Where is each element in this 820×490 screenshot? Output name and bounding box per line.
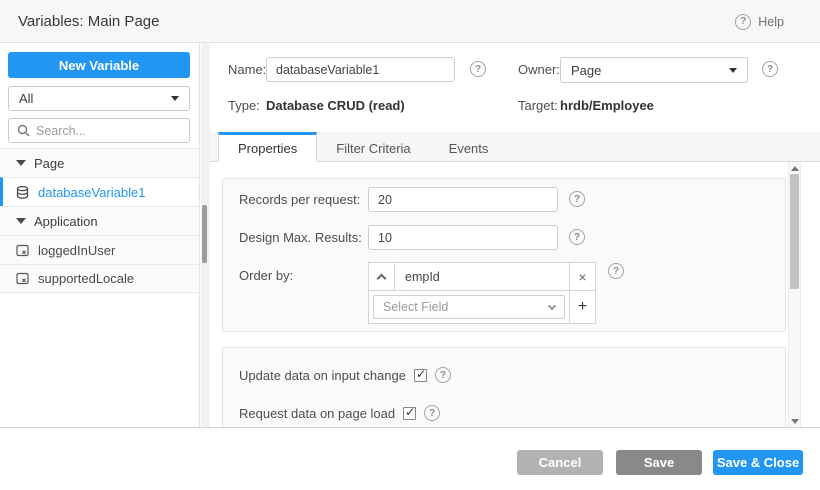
- sidebar-scrollbar-thumb[interactable]: [202, 205, 207, 263]
- save-button[interactable]: Save: [616, 450, 702, 475]
- tree-item-label: supportedLocale: [38, 271, 134, 286]
- help-button[interactable]: ? Help: [735, 0, 784, 43]
- add-field-button[interactable]: +: [569, 291, 595, 323]
- scrollbar-thumb[interactable]: [790, 174, 799, 289]
- design-max-results-input[interactable]: [368, 225, 558, 250]
- tree-item-loggedinuser[interactable]: loggedInUser: [0, 235, 199, 264]
- editor-tabs: Properties Filter Criteria Events: [210, 132, 820, 162]
- select-field-dropdown[interactable]: Select Field: [373, 295, 565, 319]
- help-icon[interactable]: ?: [424, 405, 440, 421]
- search-input[interactable]: [36, 124, 181, 138]
- tree-item-supportedlocale[interactable]: supportedLocale: [0, 264, 199, 293]
- expand-arrow-icon[interactable]: [16, 160, 26, 166]
- help-icon[interactable]: ?: [470, 61, 486, 77]
- update-on-input-row: Update data on input change ✓ ?: [239, 367, 451, 383]
- variable-editor: Name:* ? Owner:* Page ? Type: Database C…: [210, 43, 820, 427]
- records-per-request-label: Records per request:: [239, 192, 360, 207]
- tree-group-application[interactable]: Application: [0, 206, 199, 235]
- database-variable-icon: [16, 185, 30, 199]
- chevron-down-icon: [548, 301, 556, 309]
- type-target-row: Type: Database CRUD (read) Target: hrdb/…: [210, 98, 820, 116]
- records-per-request-input[interactable]: [368, 187, 558, 212]
- tab-properties[interactable]: Properties: [218, 132, 317, 162]
- select-field-wrap: Select Field: [369, 291, 569, 323]
- search-icon: [17, 124, 30, 137]
- help-icon[interactable]: ?: [435, 367, 451, 383]
- help-icon[interactable]: ?: [569, 229, 585, 245]
- select-field-placeholder: Select Field: [383, 300, 448, 314]
- help-label: Help: [758, 15, 784, 29]
- tree-item-databasevariable1[interactable]: databaseVariable1: [0, 177, 199, 206]
- design-max-results-label: Design Max. Results:: [239, 230, 362, 245]
- variable-filter-value: All: [19, 91, 33, 106]
- remove-field-button[interactable]: ×: [569, 263, 595, 290]
- type-value: Database CRUD (read): [266, 98, 405, 113]
- target-value: hrdb/Employee: [560, 98, 654, 113]
- dialog-header: Variables: Main Page ? Help: [0, 0, 820, 43]
- tree-group-page[interactable]: Page: [0, 148, 199, 177]
- update-on-input-checkbox[interactable]: ✓: [414, 369, 427, 382]
- owner-dropdown[interactable]: Page: [560, 57, 748, 83]
- order-by-add-row: Select Field +: [369, 291, 595, 323]
- help-icon: ?: [735, 14, 751, 30]
- order-by-row: empId ×: [369, 263, 595, 291]
- tree-group-label: Page: [34, 156, 64, 171]
- chevron-down-icon: [729, 68, 737, 73]
- new-variable-button[interactable]: New Variable: [8, 52, 190, 78]
- page-title: Variables: Main Page: [18, 0, 159, 43]
- save-and-close-button[interactable]: Save & Close: [713, 450, 803, 475]
- name-owner-row: Name:* ? Owner:* Page ?: [210, 57, 820, 83]
- chevron-down-icon: [171, 96, 179, 101]
- name-input[interactable]: [266, 57, 455, 82]
- variables-tree: Page databaseVariable1 Application: [0, 148, 199, 293]
- owner-value: Page: [571, 63, 601, 78]
- update-on-input-label: Update data on input change: [239, 368, 406, 383]
- help-icon[interactable]: ?: [608, 263, 624, 279]
- request-on-load-checkbox[interactable]: ✓: [403, 407, 416, 420]
- expand-arrow-icon[interactable]: [16, 218, 26, 224]
- target-label: Target:: [518, 98, 558, 113]
- cancel-button[interactable]: Cancel: [517, 450, 603, 475]
- vertical-scrollbar[interactable]: [788, 162, 801, 427]
- tree-item-label: loggedInUser: [38, 243, 115, 258]
- tab-filter-criteria[interactable]: Filter Criteria: [317, 132, 429, 161]
- static-variable-icon: [16, 243, 30, 257]
- tree-item-label: databaseVariable1: [38, 185, 145, 200]
- request-settings-section: Records per request: ? Design Max. Resul…: [222, 178, 786, 332]
- variable-filter-dropdown[interactable]: All: [8, 86, 190, 111]
- tab-events[interactable]: Events: [430, 132, 508, 161]
- order-by-field-value: empId: [395, 263, 569, 290]
- variables-sidebar: New Variable All Page: [0, 43, 200, 427]
- check-icon: ✓: [405, 405, 415, 419]
- properties-panel: Records per request: ? Design Max. Resul…: [210, 162, 820, 427]
- scroll-up-arrow[interactable]: [789, 163, 800, 173]
- type-label: Type:: [228, 98, 260, 113]
- scroll-down-arrow[interactable]: [789, 416, 800, 426]
- help-icon[interactable]: ?: [569, 191, 585, 207]
- variable-search-box[interactable]: [8, 118, 190, 143]
- behavior-settings-section: Update data on input change ✓ ? Request …: [222, 347, 786, 427]
- order-by-label: Order by:: [239, 268, 293, 283]
- dialog-footer: Cancel Save Save & Close: [0, 427, 820, 490]
- chevron-up-icon: [377, 273, 387, 283]
- help-icon[interactable]: ?: [762, 61, 778, 77]
- request-on-load-row: Request data on page load ✓ ?: [239, 405, 440, 421]
- request-on-load-label: Request data on page load: [239, 406, 395, 421]
- sort-direction-button[interactable]: [369, 263, 395, 290]
- tree-group-label: Application: [34, 214, 98, 229]
- check-icon: ✓: [416, 367, 426, 381]
- variables-dialog: Variables: Main Page ? Help New Variable…: [0, 0, 820, 490]
- static-variable-icon: [16, 272, 30, 286]
- order-by-widget: empId × Select Field +: [368, 262, 596, 324]
